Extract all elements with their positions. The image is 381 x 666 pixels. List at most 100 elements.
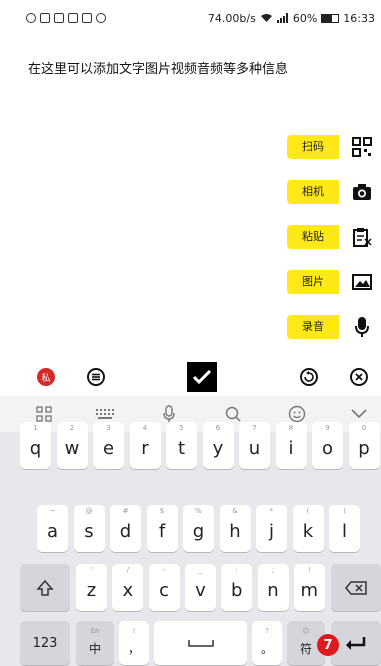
key-hint: ~ bbox=[49, 507, 56, 515]
private-badge[interactable]: 私 bbox=[37, 368, 55, 386]
key-hint: % bbox=[195, 507, 202, 515]
key-j[interactable]: * j bbox=[256, 505, 287, 552]
key-l[interactable]: ) l bbox=[329, 505, 360, 552]
action-image[interactable]: 图片 bbox=[233, 268, 373, 296]
key-hint: 3 bbox=[106, 424, 111, 432]
close-icon[interactable] bbox=[350, 368, 368, 386]
key-m[interactable]: ! m bbox=[293, 564, 325, 611]
key-label: k bbox=[302, 521, 314, 542]
action-camera-label[interactable]: 相机 bbox=[287, 180, 339, 204]
shift-key[interactable] bbox=[20, 564, 70, 611]
key-hint: 8 bbox=[288, 424, 294, 432]
symbol-key-label: 符 bbox=[299, 641, 312, 656]
action-scan-label[interactable]: 扫码 bbox=[287, 135, 339, 159]
period-key-label: 。 bbox=[260, 641, 273, 656]
key-e[interactable]: 3e bbox=[93, 422, 124, 469]
key-label: y bbox=[212, 438, 224, 459]
key-o[interactable]: 9o bbox=[312, 422, 343, 469]
confirm-button[interactable] bbox=[187, 362, 217, 392]
key-hint: * bbox=[269, 507, 274, 515]
key-hint: ' bbox=[90, 566, 93, 574]
key-w[interactable]: 2w bbox=[56, 422, 88, 469]
key-label: h bbox=[229, 521, 241, 542]
key-label: j bbox=[268, 521, 274, 542]
key-c[interactable]: -c bbox=[148, 564, 180, 611]
app-notification-icon bbox=[68, 13, 78, 23]
key-label: q bbox=[29, 438, 42, 459]
close-button[interactable] bbox=[348, 366, 370, 388]
key-hint: / bbox=[126, 566, 129, 574]
key-a[interactable]: ~ a bbox=[37, 505, 68, 552]
key-h[interactable]: & h bbox=[219, 505, 251, 552]
step-badge: 7 bbox=[317, 634, 339, 656]
period-key[interactable]: ? 。 bbox=[252, 621, 282, 665]
message-icon bbox=[82, 13, 92, 23]
key-label: l bbox=[341, 521, 347, 542]
action-paste[interactable]: 粘贴 bbox=[233, 223, 373, 251]
private-button[interactable]: 私 bbox=[35, 366, 57, 388]
checkmark-icon[interactable] bbox=[193, 370, 211, 384]
key-hint: ; bbox=[271, 566, 275, 574]
collapse-keyboard-icon[interactable] bbox=[348, 404, 370, 424]
key-i[interactable]: 8i bbox=[275, 422, 307, 469]
action-image-label[interactable]: 图片 bbox=[287, 270, 339, 294]
keyboard-menu-icon[interactable] bbox=[33, 404, 55, 424]
undo-icon[interactable] bbox=[300, 368, 318, 386]
numeric-key[interactable]: 123 bbox=[20, 621, 70, 665]
comma-key[interactable]: ! ， bbox=[119, 621, 149, 665]
key-q[interactable]: 1q bbox=[20, 422, 51, 469]
key-hint: 0 bbox=[361, 424, 367, 432]
key-f[interactable]: $ f bbox=[146, 505, 178, 552]
action-scan[interactable]: 扫码 bbox=[233, 133, 373, 161]
key-r[interactable]: 4r bbox=[129, 422, 161, 469]
key-label: a bbox=[46, 521, 59, 542]
status-bar: 74.00b/s 60% 16:33 bbox=[0, 0, 381, 36]
gallery-notification-icon bbox=[40, 13, 50, 23]
shield-icon bbox=[54, 13, 64, 23]
action-paste-label[interactable]: 粘贴 bbox=[287, 225, 339, 249]
key-y[interactable]: 6y bbox=[202, 422, 234, 469]
search-icon[interactable] bbox=[222, 404, 244, 424]
image-icon[interactable] bbox=[351, 271, 373, 293]
key-n[interactable]: ; n bbox=[257, 564, 289, 611]
key-label: g bbox=[192, 521, 205, 542]
action-camera[interactable]: 相机 bbox=[233, 178, 373, 206]
voice-input-icon[interactable] bbox=[158, 404, 180, 424]
key-u[interactable]: 7u bbox=[239, 422, 270, 469]
paste-icon[interactable] bbox=[351, 226, 373, 248]
battery-percent: 60% bbox=[292, 11, 318, 25]
camera-icon[interactable] bbox=[351, 181, 373, 203]
key-b[interactable]: :b bbox=[221, 564, 253, 611]
qr-code-icon[interactable] bbox=[351, 136, 373, 158]
language-key[interactable]: En 中 bbox=[76, 621, 114, 665]
action-record[interactable]: 录音 bbox=[233, 313, 373, 341]
editor-placeholder[interactable]: 在这里可以添加文字图片视频音频等多种信息 bbox=[28, 58, 288, 77]
key-p[interactable]: 0p bbox=[348, 422, 380, 469]
microphone-icon[interactable] bbox=[351, 316, 373, 338]
list-icon[interactable] bbox=[87, 368, 105, 386]
key-hint: 7 bbox=[252, 424, 257, 432]
key-label: v bbox=[195, 580, 206, 601]
space-key[interactable] bbox=[154, 621, 247, 665]
key-z[interactable]: ' z bbox=[76, 564, 107, 611]
key-g[interactable]: % g bbox=[183, 505, 214, 552]
key-k[interactable]: (k bbox=[292, 505, 324, 552]
keyboard-layout-icon[interactable] bbox=[94, 404, 116, 424]
undo-button[interactable] bbox=[298, 366, 320, 388]
system-status: 74.00b/s 60% 16:33 bbox=[208, 12, 375, 25]
key-hint: ) bbox=[343, 507, 346, 515]
key-hint: ( bbox=[306, 507, 310, 515]
key-label: w bbox=[64, 438, 80, 459]
key-d[interactable]: # d bbox=[110, 505, 141, 552]
key-t[interactable]: 5t bbox=[166, 422, 197, 469]
key-s[interactable]: @ s bbox=[73, 505, 105, 552]
key-label: z bbox=[86, 580, 97, 601]
key-hint: # bbox=[122, 507, 129, 515]
list-button[interactable] bbox=[85, 366, 107, 388]
key-x[interactable]: / x bbox=[112, 564, 144, 611]
key-label: o bbox=[321, 438, 333, 459]
emoji-icon[interactable] bbox=[286, 404, 308, 424]
key-v[interactable]: _ v bbox=[184, 564, 216, 611]
action-record-label[interactable]: 录音 bbox=[287, 315, 339, 339]
backspace-key[interactable] bbox=[331, 564, 381, 611]
